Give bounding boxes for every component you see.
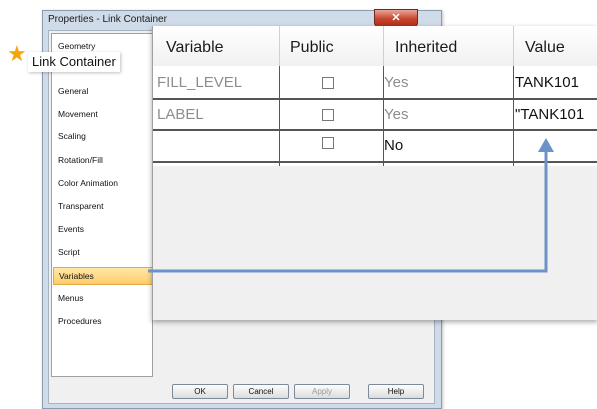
connector-arrow-icon: [148, 138, 554, 273]
